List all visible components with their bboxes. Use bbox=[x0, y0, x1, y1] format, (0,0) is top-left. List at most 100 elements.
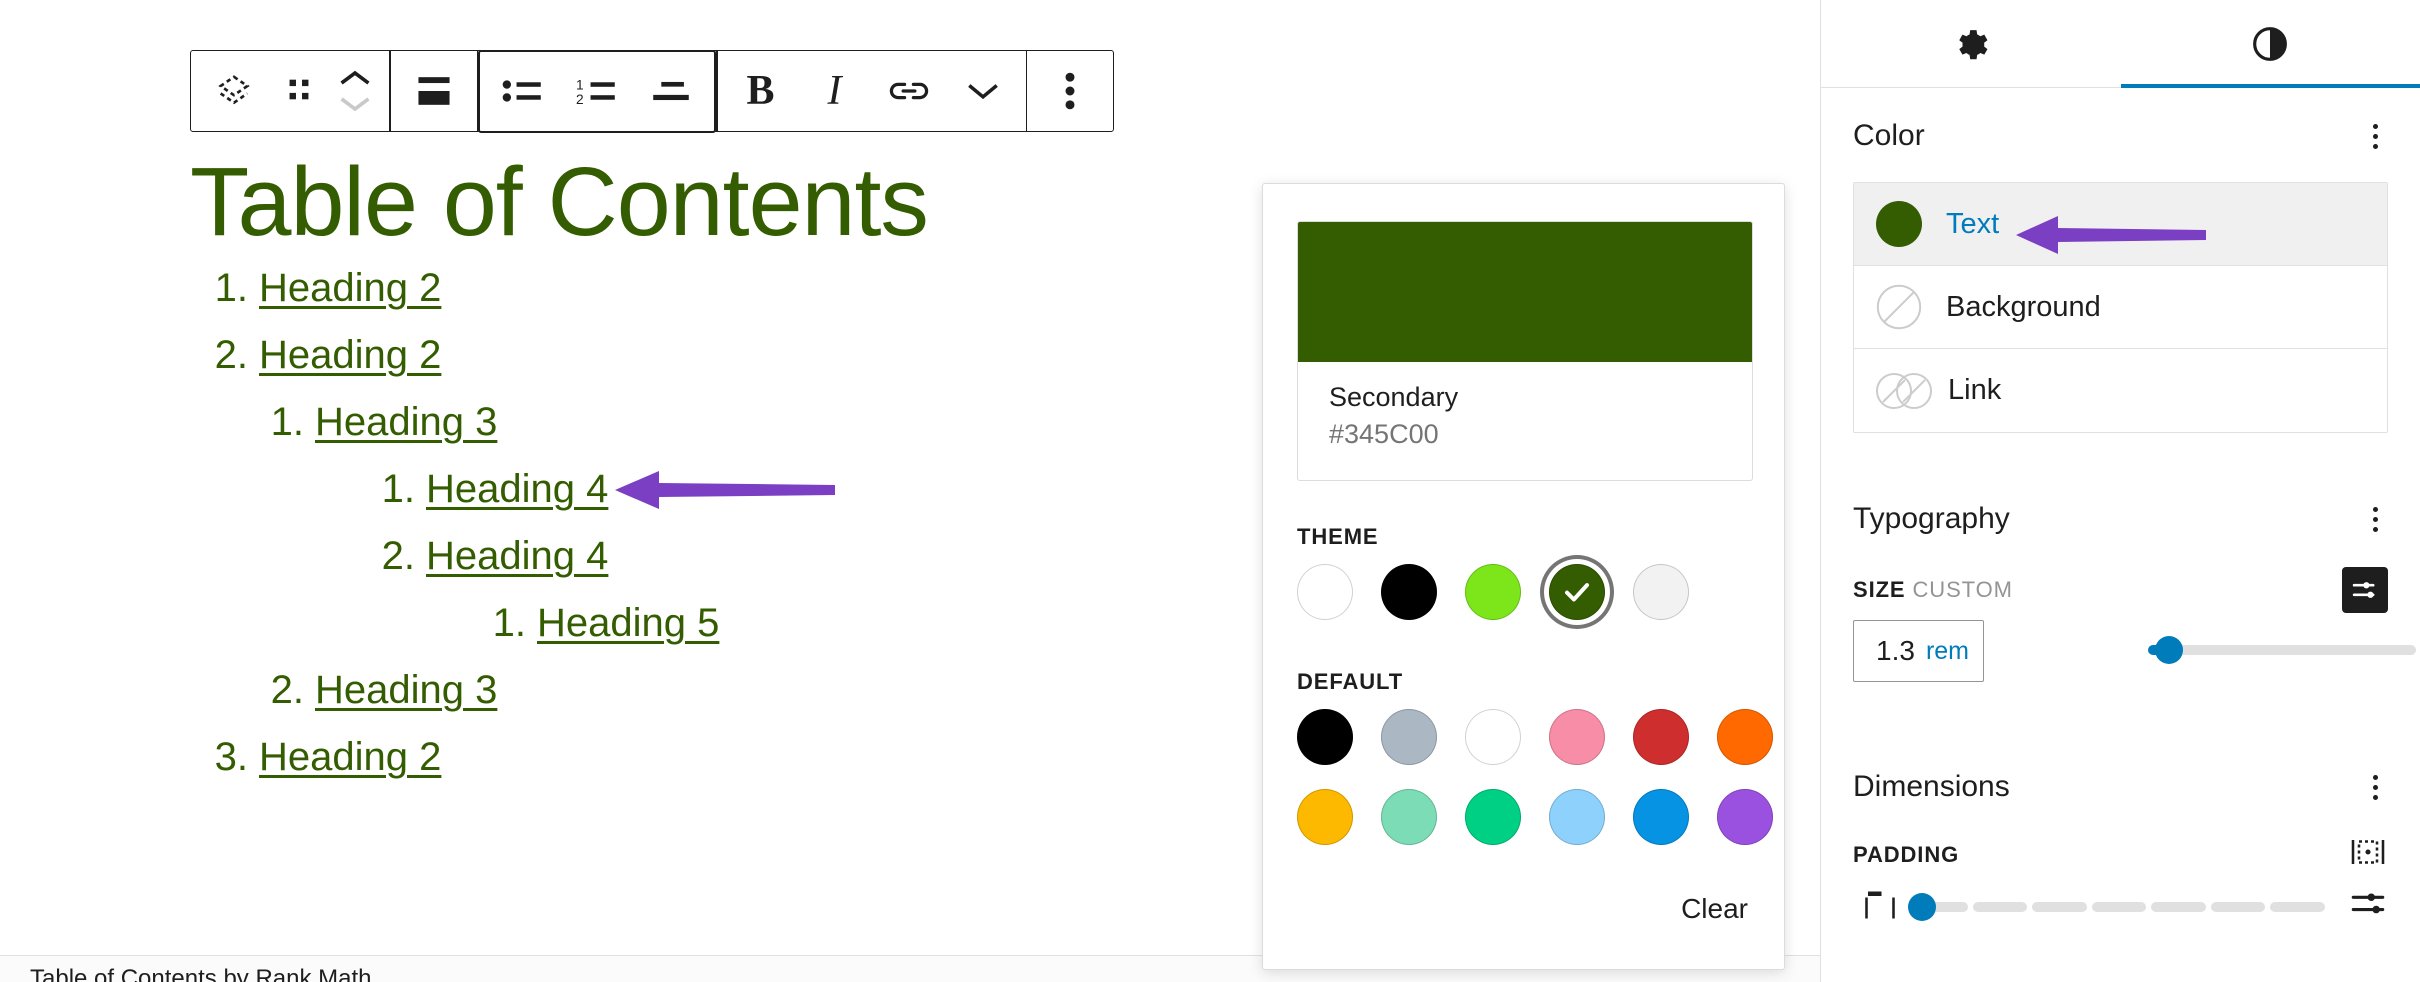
toc-item-link[interactable]: Heading 2 bbox=[259, 255, 441, 322]
toc-item-marker: 2. bbox=[381, 533, 415, 578]
color-swatch-bright-green[interactable] bbox=[1465, 564, 1521, 620]
size-label: SIZE CUSTOM bbox=[1853, 577, 2013, 603]
color-row-label: Background bbox=[1946, 290, 2101, 323]
block-toolbar: 1 2 B I bbox=[190, 49, 1114, 133]
color-swatch-vivid-purple[interactable] bbox=[1717, 789, 1773, 845]
tab-styles[interactable] bbox=[2120, 0, 2420, 88]
color-swatch-cyan-bluish-gray[interactable] bbox=[1381, 709, 1437, 765]
font-size-slider[interactable] bbox=[2148, 636, 2416, 664]
padding-segment bbox=[2091, 902, 2147, 912]
default-swatch-row-1 bbox=[1297, 709, 1773, 765]
color-swatch-white[interactable] bbox=[1465, 709, 1521, 765]
padding-label-row: PADDING bbox=[1821, 821, 2420, 874]
typography-section-header: Typography bbox=[1821, 485, 2420, 553]
color-section-kebab-icon[interactable] bbox=[2361, 114, 2390, 159]
padding-sides-icon[interactable] bbox=[2350, 835, 2386, 874]
dimensions-section-kebab-icon[interactable] bbox=[2361, 765, 2390, 810]
toc-item-marker: 3. bbox=[214, 734, 248, 779]
ordered-list-icon[interactable]: 1 2 bbox=[560, 52, 634, 131]
toc-item-link[interactable]: Heading 4 bbox=[426, 523, 608, 590]
padding-label: PADDING bbox=[1853, 841, 1960, 867]
color-swatch-light-green-cyan[interactable] bbox=[1381, 789, 1437, 845]
font-size-unit[interactable]: rem bbox=[1926, 637, 1969, 666]
padding-axis-icon bbox=[1865, 891, 1895, 919]
font-size-input[interactable]: 1.3 rem bbox=[1853, 620, 1984, 682]
padding-segment bbox=[2270, 902, 2326, 912]
unordered-list-icon[interactable] bbox=[486, 52, 560, 131]
svg-text:2: 2 bbox=[576, 92, 584, 106]
color-swatch-black[interactable] bbox=[1297, 709, 1353, 765]
toc-item[interactable]: 3. Heading 2 bbox=[0, 724, 1215, 791]
size-label-row: SIZE CUSTOM bbox=[1821, 553, 2420, 613]
color-swatch-vivid-red[interactable] bbox=[1633, 709, 1689, 765]
padding-slider-thumb[interactable] bbox=[1908, 893, 1936, 921]
toc-item-link[interactable]: Heading 3 bbox=[315, 389, 497, 456]
italic-icon[interactable]: I bbox=[798, 52, 872, 131]
toc-item-marker: 1. bbox=[270, 399, 304, 444]
color-swatch-white[interactable] bbox=[1297, 564, 1353, 620]
color-swatch-vivid-cyan-blue[interactable] bbox=[1633, 789, 1689, 845]
toc-item[interactable]: 1. Heading 5 bbox=[0, 590, 1215, 657]
color-swatch-dot bbox=[1876, 201, 1922, 247]
toolbar-group-options bbox=[1027, 51, 1113, 131]
toc-item-link[interactable]: Heading 2 bbox=[259, 724, 441, 791]
align-icon[interactable] bbox=[397, 52, 471, 131]
contrast-icon bbox=[2253, 26, 2288, 61]
indent-icon[interactable] bbox=[634, 52, 708, 131]
color-swatch-black[interactable] bbox=[1381, 564, 1437, 620]
toc-item-link[interactable]: Heading 2 bbox=[259, 322, 441, 389]
color-swatch-pale-pink[interactable] bbox=[1549, 709, 1605, 765]
typography-settings-icon[interactable] bbox=[2342, 567, 2388, 613]
toolbar-group-block bbox=[191, 51, 389, 131]
typography-section-kebab-icon[interactable] bbox=[2361, 497, 2390, 542]
toc-item-link[interactable]: Heading 5 bbox=[537, 590, 719, 657]
color-swatch-luminous-vivid-amber[interactable] bbox=[1297, 789, 1353, 845]
padding-slider-track[interactable] bbox=[1913, 902, 2326, 912]
toc-item[interactable]: 2. Heading 2 bbox=[0, 322, 1215, 389]
table-of-contents-list[interactable]: 1. Heading 2 2. Heading 2 1. Heading 3 1. Headi… bbox=[0, 255, 1215, 791]
size-label-text: SIZE bbox=[1853, 577, 1906, 602]
link-icon[interactable] bbox=[872, 52, 946, 131]
color-row-link[interactable]: Link bbox=[1854, 349, 2387, 432]
color-hex: #345C00 bbox=[1329, 419, 1439, 449]
drag-handle-icon[interactable] bbox=[271, 52, 327, 131]
block-type-list-icon[interactable] bbox=[197, 52, 271, 131]
svg-text:1: 1 bbox=[576, 77, 584, 92]
toc-item-marker: 1. bbox=[381, 466, 415, 511]
color-swatch-vivid-green-cyan[interactable] bbox=[1465, 789, 1521, 845]
toc-item[interactable]: 1. Heading 4 bbox=[0, 456, 1215, 523]
chevron-down-icon[interactable] bbox=[946, 52, 1020, 131]
color-row-text[interactable]: Text bbox=[1854, 183, 2387, 266]
toc-item[interactable]: 2. Heading 3 bbox=[0, 657, 1215, 724]
selected-color-card: Secondary #345C00 bbox=[1297, 221, 1753, 481]
color-swatch-light-gray[interactable] bbox=[1633, 564, 1689, 620]
theme-swatch-row bbox=[1297, 564, 1689, 620]
default-palette-label: DEFAULT bbox=[1297, 669, 1404, 694]
toolbar-group-align bbox=[391, 51, 477, 131]
toc-item[interactable]: 1. Heading 3 bbox=[0, 389, 1215, 456]
color-row-label: Link bbox=[1948, 374, 2002, 406]
default-swatch-row-2 bbox=[1297, 789, 1773, 845]
page-title[interactable]: Table of Contents bbox=[0, 149, 1215, 255]
options-kebab-icon[interactable] bbox=[1033, 52, 1107, 131]
color-swatch-secondary-dark-green[interactable] bbox=[1549, 564, 1605, 620]
move-up-down-icon[interactable] bbox=[327, 52, 383, 131]
toc-item-link[interactable]: Heading 3 bbox=[315, 657, 497, 724]
clear-button[interactable]: Clear bbox=[1681, 893, 1748, 925]
padding-advanced-icon[interactable] bbox=[2350, 885, 2386, 926]
toc-item[interactable]: 2. Heading 4 bbox=[0, 523, 1215, 590]
toc-item[interactable]: 1. Heading 2 bbox=[0, 255, 1215, 322]
color-swatch-luminous-vivid-orange[interactable] bbox=[1717, 709, 1773, 765]
toc-item-link[interactable]: Heading 4 bbox=[426, 456, 608, 523]
gear-icon bbox=[1959, 29, 1988, 59]
bold-icon[interactable]: B bbox=[724, 52, 798, 131]
color-rows: Text Background Link bbox=[1853, 182, 2388, 433]
color-swatch-pale-cyan-blue[interactable] bbox=[1549, 789, 1605, 845]
color-row-background[interactable]: Background bbox=[1854, 266, 2387, 349]
theme-palette-label: THEME bbox=[1297, 524, 1379, 549]
padding-segment bbox=[2032, 902, 2087, 912]
font-size-value: 1.3 bbox=[1876, 635, 1915, 666]
tab-settings[interactable] bbox=[1821, 0, 2121, 87]
toolbar-group-format: B I bbox=[718, 51, 1026, 131]
sidebar-tabs bbox=[1821, 0, 2420, 88]
